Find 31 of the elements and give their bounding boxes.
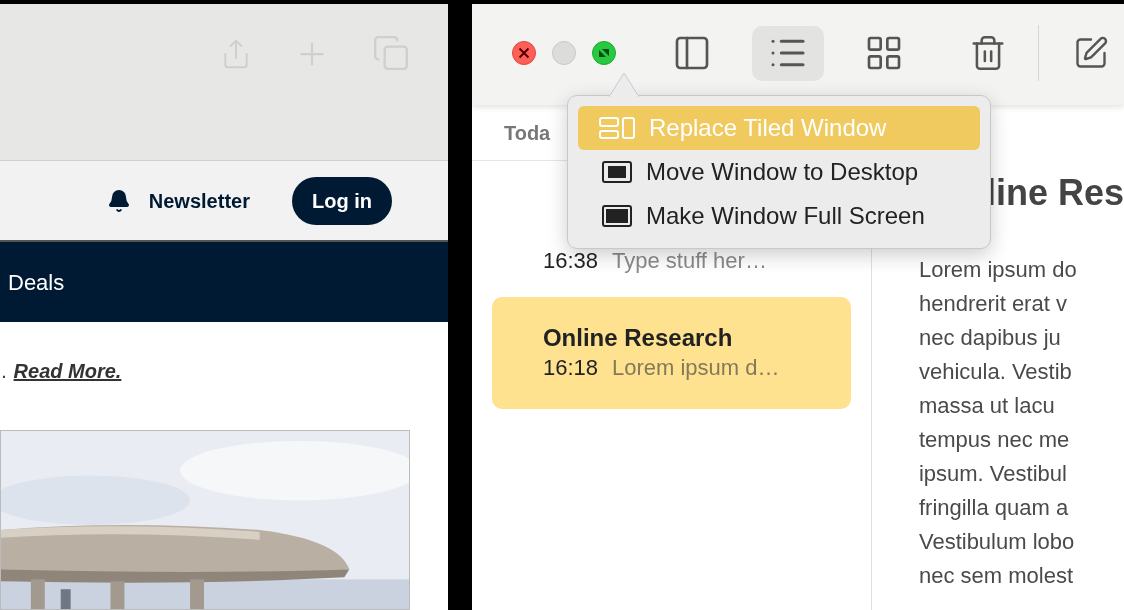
menu-item[interactable]: Move Window to Desktop (578, 150, 980, 194)
body-text-line: nec sem molest (918, 562, 1074, 590)
bell-icon (106, 187, 131, 214)
tile-icon (599, 117, 635, 139)
note-title: Online Research (542, 323, 734, 353)
zoom-button[interactable] (591, 41, 616, 65)
section-header: Toda (503, 120, 551, 146)
fullscreen-icon (602, 205, 632, 227)
teaser-text: . (2, 359, 8, 384)
login-button[interactable]: Log in (291, 176, 392, 225)
note-preview: Type stuff her… (612, 247, 767, 275)
body-text-line: Vestibulum lobo (918, 528, 1076, 556)
view-button[interactable] (751, 25, 824, 81)
note-time: 16:18 (542, 354, 598, 382)
nav-link[interactable]: Deals (8, 265, 65, 299)
body-text-line: Lorem ipsum do (918, 256, 1078, 284)
note-time: 16:38 (542, 247, 598, 275)
window-icon (602, 161, 632, 183)
body-text-line: massa ut lacu (918, 392, 1056, 420)
read-more-link[interactable]: Read More. (13, 356, 122, 386)
body-text-line: nec dapibus ju (918, 324, 1062, 352)
body-text-line: vehicula. Vestib (918, 358, 1073, 386)
body-text-line: ipsum. Vestibul (918, 460, 1068, 488)
note-item[interactable]: Online Research 16:18 Lorem ipsum d… (491, 297, 851, 409)
body-text-line: tempus nec me (918, 426, 1071, 454)
menu-item[interactable]: Make Window Full Screen (578, 194, 980, 238)
close-button[interactable] (511, 41, 536, 65)
newsletter-link[interactable]: Newsletter (148, 185, 250, 216)
body-text-line: hendrerit erat v (918, 290, 1068, 318)
body-text-line: fringilla quam a (918, 494, 1070, 522)
note-preview: Lorem ipsum d… (612, 354, 780, 382)
